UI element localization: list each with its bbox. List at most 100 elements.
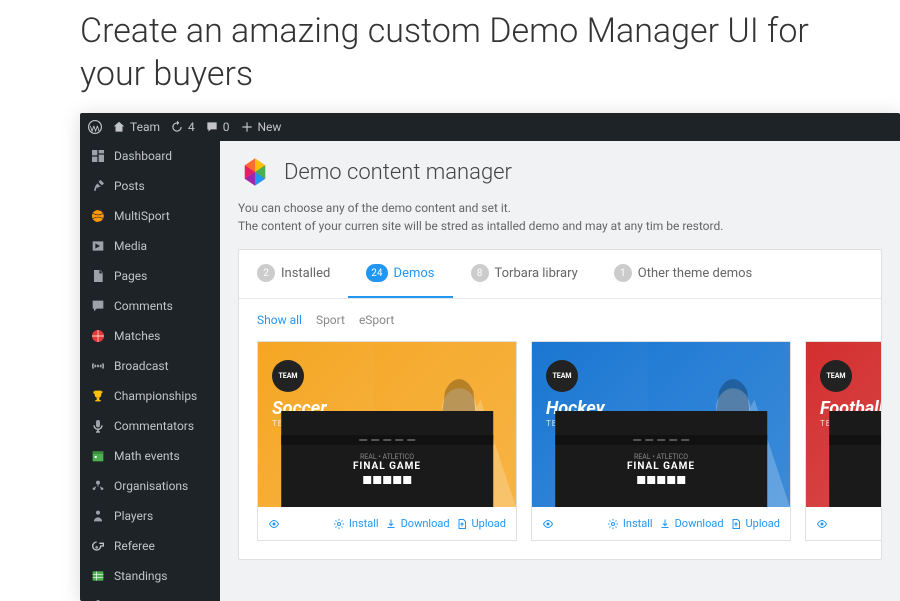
download-button[interactable]: Download [659, 517, 724, 530]
manager-description: You can choose any of the demo content a… [238, 199, 882, 235]
trophy-icon [90, 388, 106, 404]
sidebar-item-referee[interactable]: Referee [80, 531, 220, 561]
install-button[interactable]: Install [333, 517, 379, 530]
sidebar-item-label: Pages [114, 269, 147, 283]
sidebar-item-label: Commentators [114, 419, 194, 433]
sidebar-item-posts[interactable]: Posts [80, 171, 220, 201]
sidebar-item-label: Math events [114, 449, 180, 463]
sidebar-item-media[interactable]: Media [80, 231, 220, 261]
demo-card-hockey: TEAMHockeyTEAMREAL • ATLETICOFINAL GAMEI… [531, 341, 791, 541]
download-icon [659, 518, 671, 530]
sidebar-item-math-events[interactable]: Math events [80, 441, 220, 471]
team-badge-icon: TEAM [272, 360, 304, 392]
tab-other-theme-demos[interactable]: 1 Other theme demos [596, 250, 770, 298]
tab-label: Torbara library [495, 266, 578, 281]
tab-label: Demos [394, 266, 435, 281]
pin-icon [90, 178, 106, 194]
preview-button[interactable] [816, 518, 828, 530]
sidebar-item-label: Matches [114, 329, 160, 343]
team-badge-icon: TEAM [546, 360, 578, 392]
filter-show-all[interactable]: Show all [257, 313, 302, 327]
sidebar-item-label: Players [114, 509, 153, 523]
calendar-icon [90, 448, 106, 464]
upload-icon [730, 518, 742, 530]
table-icon [90, 568, 106, 584]
demo-thumbnail[interactable]: TEAMHockeyTEAMREAL • ATLETICOFINAL GAME [532, 342, 790, 507]
tab-installed[interactable]: 2Installed [239, 250, 348, 298]
sidebar-item-pages[interactable]: Pages [80, 261, 220, 291]
org-icon [90, 478, 106, 494]
refresh-icon [170, 120, 184, 134]
wp-logo[interactable] [88, 120, 102, 134]
download-button[interactable]: Download [385, 517, 450, 530]
new-link[interactable]: New [240, 120, 282, 134]
sidebar-item-organisations[interactable]: Organisations [80, 471, 220, 501]
ball-icon [90, 328, 106, 344]
demo-thumbnail[interactable]: TEAMSoccerTEAMREAL • ATLETICOFINAL GAME [258, 342, 516, 507]
demo-grid: TEAMSoccerTEAMREAL • ATLETICOFINAL GAME I… [239, 341, 881, 559]
sidebar-item-label: MultiSport [114, 209, 170, 223]
sidebar-item-label: Referee [114, 539, 155, 553]
site-name-link[interactable]: Team [112, 120, 160, 134]
filter-esport[interactable]: eSport [359, 313, 394, 327]
tab-demos[interactable]: 24Demos [348, 250, 452, 298]
preview-button[interactable] [542, 518, 554, 530]
preview-button[interactable] [268, 518, 280, 530]
team-badge-icon: TEAM [820, 360, 852, 392]
tab-torbara-library[interactable]: 8Torbara library [453, 250, 596, 298]
sidebar-item-comments[interactable]: Comments [80, 291, 220, 321]
admin-sidebar: Dashboard Posts MultiSport Media Pages Commen… [80, 141, 220, 601]
updates-link[interactable]: 4 [170, 120, 195, 134]
manager-title: Demo content manager [284, 160, 512, 185]
comment-icon [205, 120, 219, 134]
broadcast-icon [90, 358, 106, 374]
dashboard-icon [90, 148, 106, 164]
filter-row: Show all Sport eSport [239, 299, 881, 341]
install-button[interactable]: Install [607, 517, 653, 530]
media-icon [90, 238, 106, 254]
mic-icon [90, 418, 106, 434]
comments-count: 0 [223, 120, 230, 134]
sidebar-item-commentators[interactable]: Commentators [80, 411, 220, 441]
sidebar-item-championships[interactable]: Championships [80, 381, 220, 411]
manager-tabs: 2Installed24Demos8Torbara library 1 Other … [239, 250, 881, 299]
sidebar-item-label: Organisations [114, 479, 188, 493]
sidebar-item-label: Standings [114, 569, 167, 583]
home-icon [112, 120, 126, 134]
demo-actions: InstallDownloadUpload [806, 507, 881, 540]
sidebar-item-label: Posts [114, 179, 145, 193]
tab-badge: 1 [614, 264, 632, 282]
gear-icon [333, 518, 345, 530]
eye-icon [268, 518, 280, 530]
sidebar-item-label: Broadcast [114, 359, 169, 373]
demo-card-soccer: TEAMSoccerTEAMREAL • ATLETICOFINAL GAMEI… [257, 341, 517, 541]
sidebar-item-label: Comments [114, 299, 173, 313]
demo-actions: Install Download Upload [532, 507, 790, 540]
page-title: Create an amazing custom Demo Manager UI… [0, 0, 900, 113]
ball-color-icon [90, 208, 106, 224]
upload-icon [456, 518, 468, 530]
sidebar-item-players[interactable]: Players [80, 501, 220, 531]
sidebar-item-dashboard[interactable]: Dashboard [80, 141, 220, 171]
player-icon [90, 508, 106, 524]
filter-sport[interactable]: Sport [316, 313, 345, 327]
sidebar-item-standings[interactable]: Standings [80, 561, 220, 591]
demo-thumbnail[interactable]: TEAMFootballTEAMREAL • ATLETICOFINAL GAM… [806, 342, 881, 507]
plus-icon [240, 120, 254, 134]
sidebar-item-multisport[interactable]: MultiSport [80, 201, 220, 231]
sidebar-item-label: Media [114, 239, 147, 253]
updates-count: 4 [188, 120, 195, 134]
eye-icon [816, 518, 828, 530]
comments-link[interactable]: 0 [205, 120, 230, 134]
sidebar-item-label: Dashboard [114, 149, 172, 163]
site-name-text: Team [130, 120, 160, 134]
upload-button[interactable]: Upload [456, 517, 506, 530]
sidebar-item-broadcast[interactable]: Broadcast [80, 351, 220, 381]
download-icon [385, 518, 397, 530]
comment-icon [90, 298, 106, 314]
tab-label: Other theme demos [638, 266, 752, 281]
sidebar-item-matches[interactable]: Matches [80, 321, 220, 351]
upload-button[interactable]: Upload [730, 517, 780, 530]
main-content: Demo content manager You can choose any … [220, 141, 900, 601]
demo-actions: Install Download Upload [258, 507, 516, 540]
